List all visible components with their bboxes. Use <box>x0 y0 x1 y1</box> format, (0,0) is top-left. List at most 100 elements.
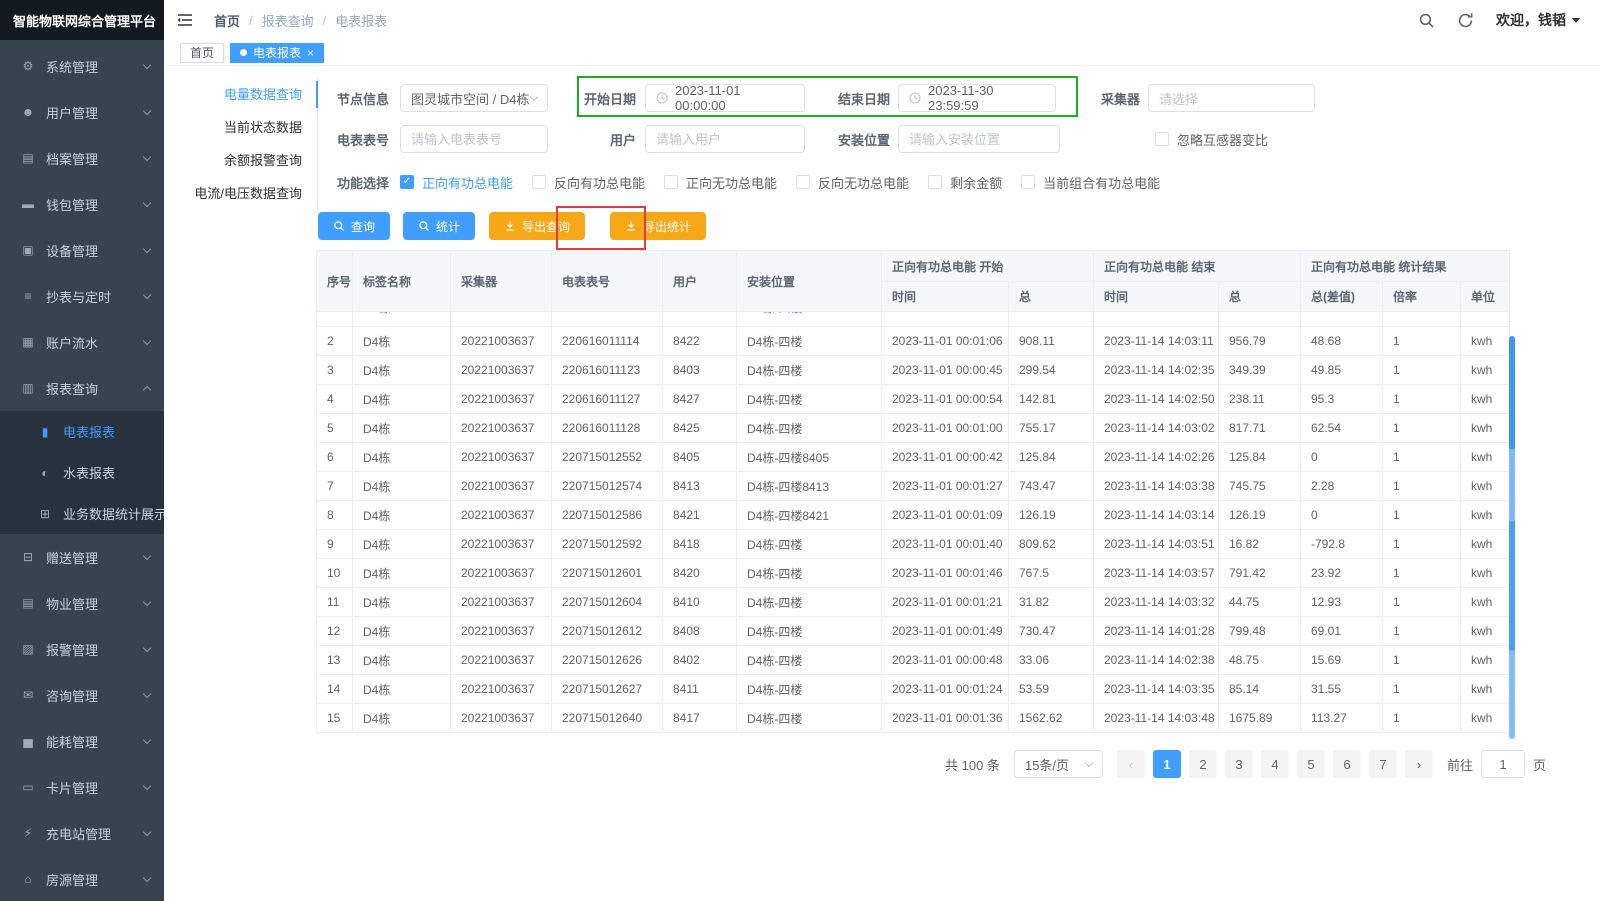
function-checkbox[interactable]: 剩余金额 <box>928 173 1002 192</box>
table-cell: 730.47 <box>1009 617 1094 646</box>
table-row[interactable]: 10D4栋202210036372207150126018420D4栋-四楼20… <box>317 559 1510 588</box>
inner-menu-item[interactable]: 电量数据查询 <box>178 78 317 111</box>
clock-icon <box>656 92 668 104</box>
meter-no-input[interactable] <box>400 125 548 153</box>
table-cell: 8427 <box>663 385 737 414</box>
collector-select[interactable]: 请选择 <box>1148 84 1315 112</box>
table-cell: 6 <box>317 443 353 472</box>
tab-inactive[interactable]: 首页 <box>180 43 224 63</box>
sidebar-item-gear[interactable]: ⚙系统管理 <box>0 43 164 89</box>
end-date-value: 2023-11-30 23:59:59 <box>928 83 1045 113</box>
start-date-input[interactable]: 2023-11-01 00:00:00 <box>645 84 805 112</box>
sidebar-item-wallet[interactable]: ▬钱包管理 <box>0 181 164 227</box>
refresh-icon[interactable] <box>1457 12 1474 29</box>
ignore-ct-checkbox[interactable]: 忽略互感器变比 <box>1155 130 1268 149</box>
page-button-3[interactable]: 3 <box>1225 750 1253 778</box>
table-row[interactable]: 14D4栋202210036372207150126278411D4栋-四楼20… <box>317 675 1510 704</box>
start-date-value: 2023-11-01 00:00:00 <box>675 83 794 113</box>
breadcrumb-item[interactable]: 电表报表 <box>335 11 387 30</box>
page-button-1[interactable]: 1 <box>1153 750 1181 778</box>
sidebar-subitem-electric-meter-report[interactable]: ▮电表报表 <box>0 411 164 452</box>
function-checkbox[interactable]: 反向有功总电能 <box>532 173 645 192</box>
table-row[interactable]: 11D4栋202210036372207150126048410D4栋-四楼20… <box>317 588 1510 617</box>
sidebar-item-device[interactable]: ▣设备管理 <box>0 227 164 273</box>
sidebar-subitem-water-meter-report[interactable]: ◐水表报表 <box>0 452 164 493</box>
sidebar-item-archive[interactable]: ▤档案管理 <box>0 135 164 181</box>
node-select[interactable]: 图灵城市空间 / D4栋 <box>400 84 548 112</box>
button-label: 导出统计 <box>643 218 691 235</box>
inner-menu-item[interactable]: 余额报警查询 <box>178 144 317 177</box>
page-button-6[interactable]: 6 <box>1333 750 1361 778</box>
function-checkbox[interactable]: 反向无功总电能 <box>796 173 909 192</box>
function-checkbox[interactable]: 当前组合有功总电能 <box>1021 173 1160 192</box>
table-row[interactable]: 2D4栋202210036372206160111148422D4栋-四楼202… <box>317 327 1510 356</box>
sidebar-item-consult[interactable]: ✉咨询管理 <box>0 672 164 718</box>
table-vertical-scrollbar[interactable] <box>1509 336 1515 739</box>
table-cell: 1 <box>1383 588 1461 617</box>
table-cell: 8410 <box>663 588 737 617</box>
chevron-up-icon <box>143 385 151 393</box>
table-row[interactable]: 4D4栋202210036372206160111278427D4栋-四楼202… <box>317 385 1510 414</box>
sidebar-item-house[interactable]: ⌂房源管理 <box>0 856 164 901</box>
function-checkbox[interactable]: ✓正向有功总电能 <box>400 173 513 192</box>
table-cell: 2023-11-14 14:03:32 <box>1094 588 1219 617</box>
table-cell: 14 <box>317 675 353 704</box>
sidebar-item-charging-station[interactable]: ⚡充电站管理 <box>0 810 164 856</box>
breadcrumb-item[interactable]: 首页 <box>214 11 240 30</box>
location-input[interactable] <box>898 125 1060 153</box>
sidebar-item-property[interactable]: ▤物业管理 <box>0 580 164 626</box>
sidebar-item-account-flow[interactable]: ▦账户流水 <box>0 319 164 365</box>
table-row[interactable]: 6D4栋202210036372207150125528405D4栋-四楼840… <box>317 443 1510 472</box>
sidebar-item-energy[interactable]: ▅能耗管理 <box>0 718 164 764</box>
user-input[interactable] <box>645 125 805 153</box>
archive-icon: ▤ <box>20 151 36 165</box>
sidebar-item-gift[interactable]: ⊟赠送管理 <box>0 534 164 580</box>
sidebar-item-meter-timer[interactable]: ≡抄表与定时 <box>0 273 164 319</box>
pager: ‹ 1234567 › <box>1117 750 1433 778</box>
stats-button[interactable]: 统计 <box>403 212 475 240</box>
chevron-down-icon <box>143 735 151 743</box>
water-meter-report-icon: ◐ <box>37 466 53 480</box>
collapse-sidebar-icon[interactable] <box>176 11 194 29</box>
close-icon[interactable]: × <box>307 47 314 59</box>
table-row[interactable]: 12D4栋202210036372207150126128408D4栋-四楼20… <box>317 617 1510 646</box>
table-row[interactable]: 1D4栋202210036372206160111078426D4栋-四楼202… <box>317 312 1510 327</box>
table-row[interactable]: 3D4栋202210036372206160111238403D4栋-四楼202… <box>317 356 1510 385</box>
sidebar-item-report-query[interactable]: ▥报表查询 <box>0 365 164 411</box>
table-cell: kwh <box>1461 617 1510 646</box>
page-button-4[interactable]: 4 <box>1261 750 1289 778</box>
breadcrumb-item[interactable]: 报表查询 <box>262 11 314 30</box>
table-row[interactable]: 8D4栋202210036372207150125868421D4栋-四楼842… <box>317 501 1510 530</box>
table-row[interactable]: 13D4栋202210036372207150126268402D4栋-四楼20… <box>317 646 1510 675</box>
page-button-5[interactable]: 5 <box>1297 750 1325 778</box>
sidebar-item-user[interactable]: ☻用户管理 <box>0 89 164 135</box>
query-button[interactable]: 查询 <box>318 212 390 240</box>
next-page-button[interactable]: › <box>1405 750 1433 778</box>
inner-menu-item[interactable]: 当前状态数据 <box>178 111 317 144</box>
table-cell: 4 <box>317 385 353 414</box>
goto-page-input[interactable] <box>1481 750 1525 778</box>
export-stats-button[interactable]: 导出统计 <box>610 212 706 240</box>
sidebar-item-alarm[interactable]: ▨报警管理 <box>0 626 164 672</box>
page-size-select[interactable]: 15条/页 <box>1014 750 1103 778</box>
sidebar-item-card[interactable]: ▭卡片管理 <box>0 764 164 810</box>
table-cell: -792.8 <box>1301 530 1383 559</box>
tab-active[interactable]: 电表报表× <box>230 43 324 63</box>
page-button-2[interactable]: 2 <box>1189 750 1217 778</box>
function-checkbox-group: ✓正向有功总电能反向有功总电能正向无功总电能反向无功总电能剩余金额当前组合有功总… <box>400 173 1160 192</box>
table-row[interactable]: 5D4栋202210036372206160111288425D4栋-四楼202… <box>317 414 1510 443</box>
table-row[interactable]: 15D4栋202210036372207150126408417D4栋-四楼20… <box>317 704 1510 733</box>
user-menu[interactable]: 欢迎，钱韬 <box>1496 10 1580 30</box>
function-checkbox[interactable]: 正向无功总电能 <box>664 173 777 192</box>
prev-page-button[interactable]: ‹ <box>1117 750 1145 778</box>
table-row[interactable]: 9D4栋202210036372207150125928418D4栋-四楼202… <box>317 530 1510 559</box>
inner-menu-item[interactable]: 电流/电压数据查询 <box>178 177 317 210</box>
business-stats-icon: ⊞ <box>37 507 53 521</box>
search-icon[interactable] <box>1418 12 1435 29</box>
table-row[interactable]: 7D4栋202210036372207150125748413D4栋-四楼841… <box>317 472 1510 501</box>
sidebar-subitem-business-stats[interactable]: ⊞业务数据统计展示 <box>0 493 164 534</box>
page-button-7[interactable]: 7 <box>1369 750 1397 778</box>
chevron-down-icon <box>143 597 151 605</box>
end-date-input[interactable]: 2023-11-30 23:59:59 <box>898 84 1056 112</box>
export-query-button[interactable]: 导出查询 <box>489 212 585 240</box>
